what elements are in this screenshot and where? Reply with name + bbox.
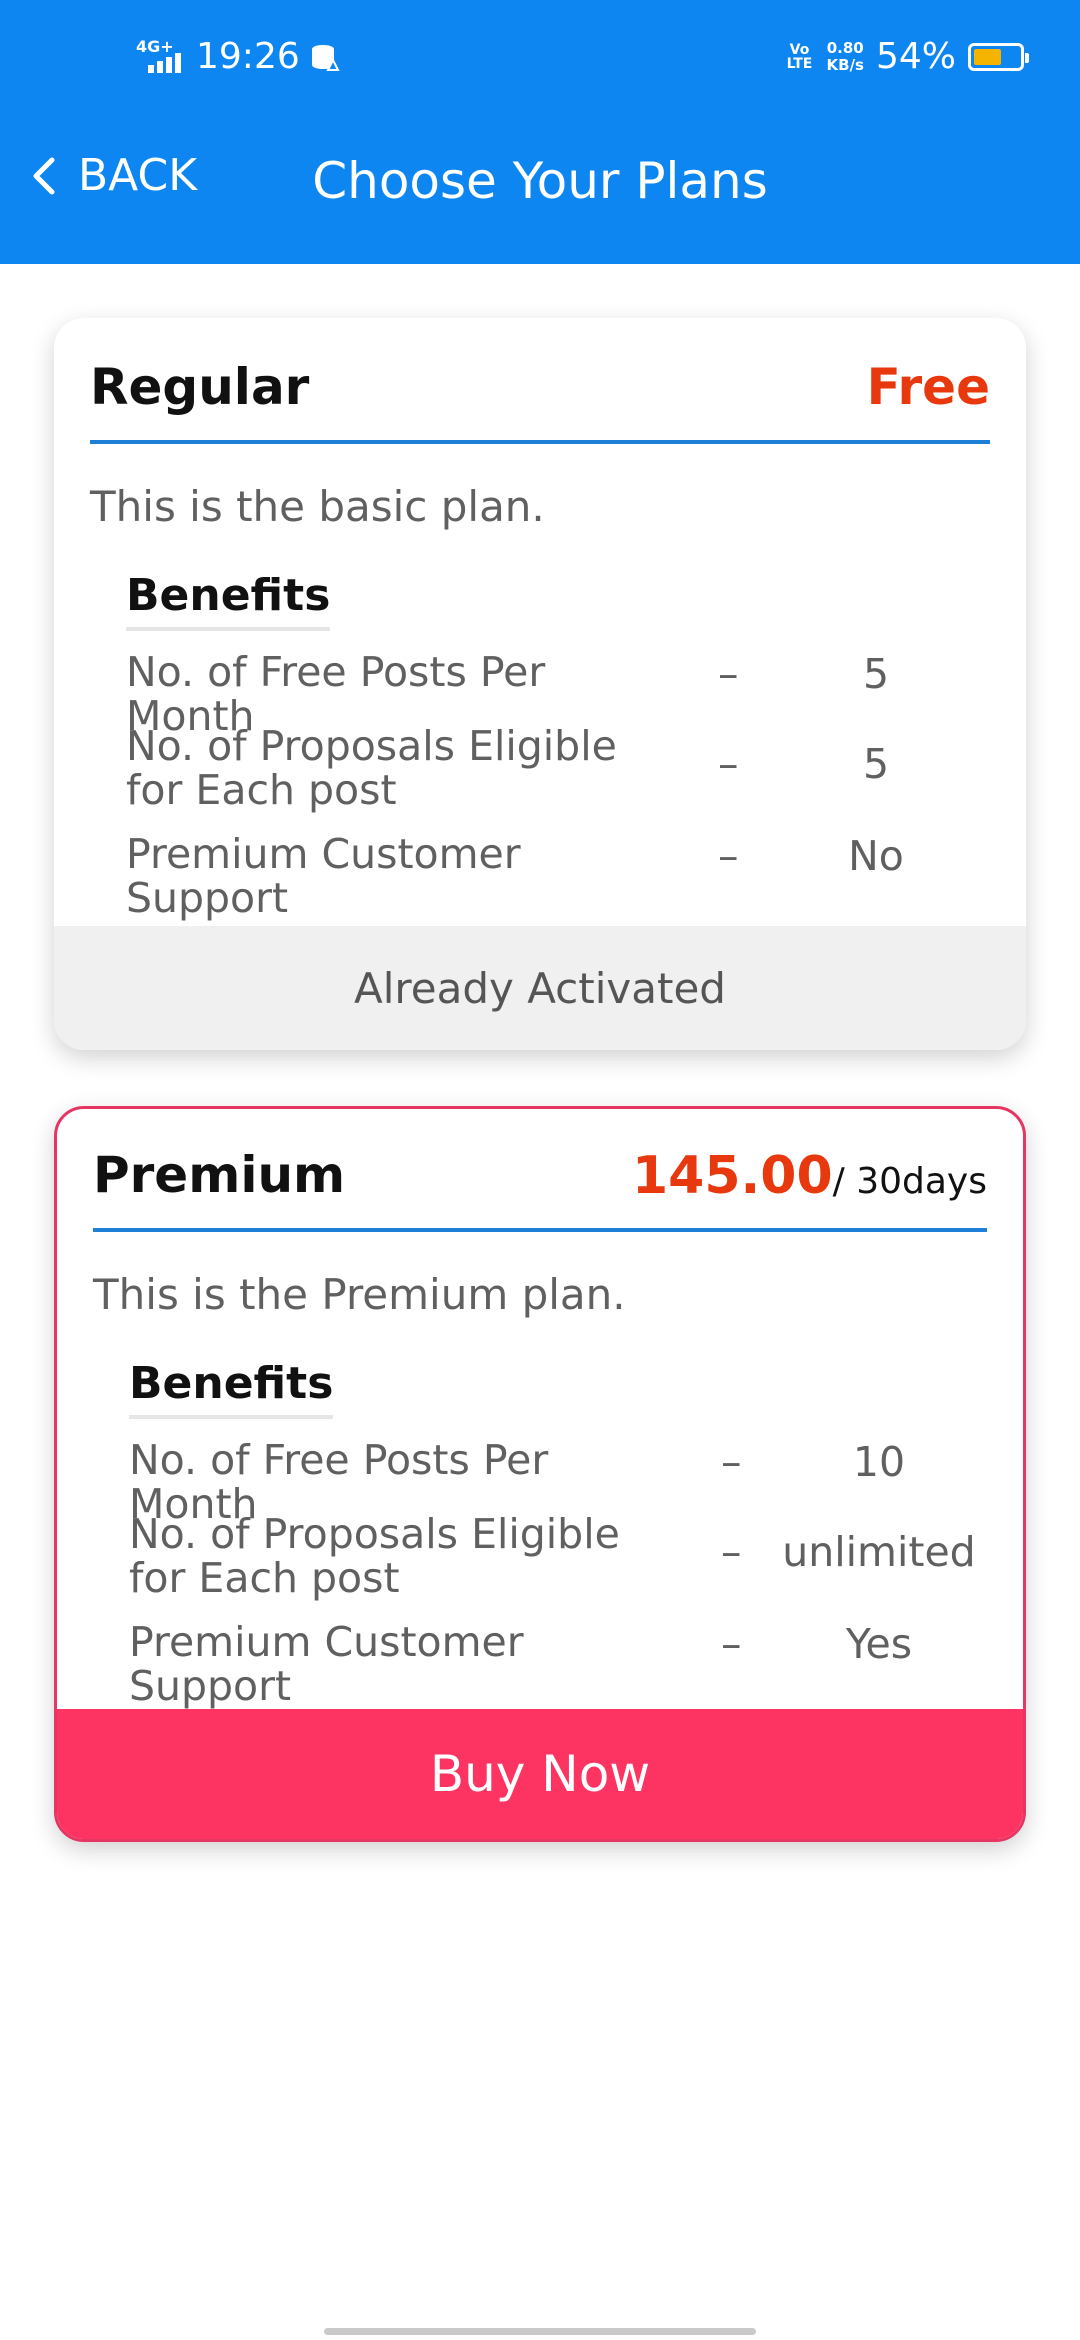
- benefit-label: No. of Proposals Eligible for Each post: [129, 1510, 620, 1602]
- speed-unit: KB/s: [826, 55, 864, 74]
- benefit-separator: –: [718, 650, 739, 698]
- plan-description: This is the basic plan.: [90, 482, 545, 531]
- nav-bar: BACK Choose Your Plans: [0, 140, 1080, 220]
- benefits-heading: Benefits: [126, 570, 331, 631]
- plan-price: Free: [866, 358, 990, 416]
- plan-card-regular: Regular Free This is the basic plan. Ben…: [54, 318, 1026, 1050]
- plan-description: This is the Premium plan.: [93, 1270, 626, 1319]
- buy-now-button[interactable]: Buy Now: [57, 1709, 1023, 1839]
- benefits-heading: Benefits: [129, 1358, 334, 1419]
- benefit-value: Yes: [845, 1620, 913, 1668]
- plan-price-amount: 145.00: [631, 1146, 833, 1206]
- plan-card-premium: Premium 145.00 / 30days This is the Prem…: [54, 1106, 1026, 1842]
- battery-percent: 54%: [875, 36, 956, 77]
- status-time: 19:26: [196, 36, 300, 77]
- signal-icon: 4G+: [136, 38, 186, 75]
- plan-card-header: Premium 145.00 / 30days: [93, 1146, 987, 1232]
- benefit-value: 5: [862, 650, 890, 698]
- battery-level: [974, 48, 1001, 65]
- volte-indicator: Vo LTE: [786, 41, 813, 72]
- home-indicator[interactable]: [324, 2328, 756, 2335]
- plan-price: 145.00 / 30days: [632, 1146, 987, 1206]
- benefit-label: Premium Customer Support: [129, 1618, 524, 1710]
- plan-name: Premium: [93, 1146, 346, 1204]
- plan-card-header: Regular Free: [90, 358, 990, 444]
- app-header: 4G+ 19:26 Vo LTE 0.80 KB/s 54% BACK Choo…: [0, 0, 1080, 264]
- plan-price-period: / 30days: [832, 1161, 987, 1202]
- benefit-value: 5: [862, 740, 890, 788]
- benefit-value: No: [848, 832, 904, 880]
- page-title: Choose Your Plans: [312, 152, 768, 210]
- data-saver-icon: [311, 44, 340, 71]
- benefit-value: 10: [852, 1438, 906, 1486]
- benefit-separator: –: [721, 1620, 742, 1668]
- battery-icon: [968, 42, 1029, 71]
- benefit-value: unlimited: [782, 1528, 976, 1576]
- network-speed: 0.80 KB/s: [826, 38, 864, 74]
- benefit-label: Premium Customer Support: [126, 830, 521, 922]
- speed-value: 0.80: [826, 38, 864, 57]
- plan-name: Regular: [90, 358, 310, 416]
- benefit-separator: –: [721, 1438, 742, 1486]
- benefit-separator: –: [721, 1528, 742, 1576]
- status-bar: 4G+ 19:26 Vo LTE 0.80 KB/s 54%: [0, 36, 1080, 86]
- already-activated-button[interactable]: Already Activated: [54, 926, 1026, 1050]
- benefit-separator: –: [718, 832, 739, 880]
- benefit-separator: –: [718, 740, 739, 788]
- benefit-label: No. of Proposals Eligible for Each post: [126, 722, 617, 814]
